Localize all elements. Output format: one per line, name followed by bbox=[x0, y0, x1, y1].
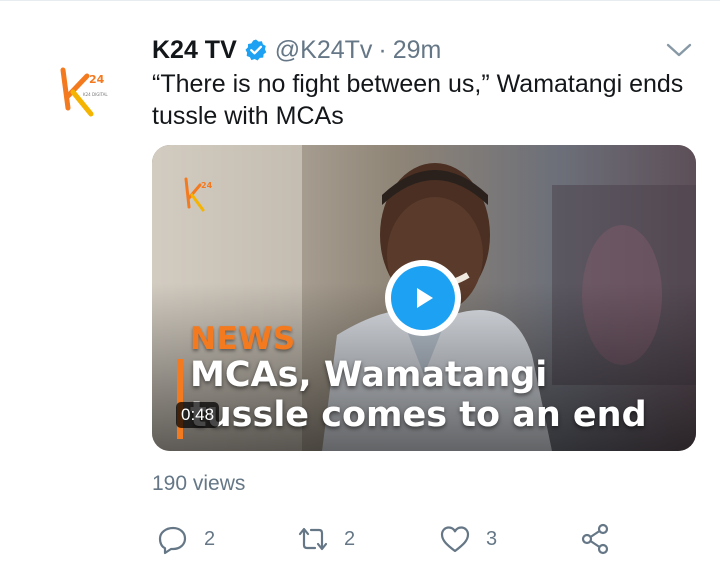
svg-text:24: 24 bbox=[89, 73, 105, 86]
heart-icon bbox=[440, 526, 470, 553]
like-count: 3 bbox=[486, 527, 498, 550]
video-duration: 0:48 bbox=[176, 402, 220, 428]
video-player[interactable]: 24 NEWS MCAs, Wamatangi tussle comes to … bbox=[152, 145, 696, 451]
retweet-count: 2 bbox=[344, 527, 356, 550]
play-icon bbox=[391, 266, 455, 330]
chevron-down-icon[interactable] bbox=[664, 39, 694, 61]
svg-text:24: 24 bbox=[201, 181, 213, 190]
timestamp[interactable]: 29m bbox=[393, 36, 442, 65]
verified-badge-icon bbox=[244, 38, 268, 62]
tweet-text: “There is no fight between us,” Wamatang… bbox=[152, 70, 684, 130]
share-button[interactable] bbox=[578, 519, 612, 559]
share-icon bbox=[581, 523, 609, 555]
like-button[interactable]: 3 bbox=[438, 519, 497, 559]
separator-dot: · bbox=[378, 35, 387, 64]
retweet-icon bbox=[298, 527, 328, 551]
reply-button[interactable]: 2 bbox=[156, 519, 215, 559]
tweet-card[interactable]: 24 K24 DIGITAL K24 TV @K24Tv · 29m “Ther… bbox=[0, 0, 720, 571]
retweet-button[interactable]: 2 bbox=[296, 519, 355, 559]
view-count: 190 views bbox=[152, 472, 246, 495]
svg-text:K24 DIGITAL: K24 DIGITAL bbox=[83, 92, 108, 97]
play-button[interactable] bbox=[385, 260, 461, 336]
reply-count: 2 bbox=[204, 527, 216, 550]
avatar[interactable]: 24 K24 DIGITAL bbox=[45, 56, 115, 126]
video-overlay-headline-line2: tussle comes to an end bbox=[190, 395, 647, 435]
display-name[interactable]: K24 TV bbox=[152, 36, 237, 65]
reply-icon bbox=[158, 526, 187, 555]
video-overlay-headline-line1: MCAs, Wamatangi bbox=[190, 355, 548, 395]
video-overlay-label: NEWS bbox=[190, 321, 296, 357]
tweet-actions: 2 2 3 bbox=[152, 519, 632, 559]
k24-logo-icon: 24 K24 DIGITAL bbox=[60, 67, 108, 117]
user-handle[interactable]: @K24Tv bbox=[275, 36, 373, 65]
tweet-header: K24 TV @K24Tv · 29m bbox=[152, 33, 441, 67]
